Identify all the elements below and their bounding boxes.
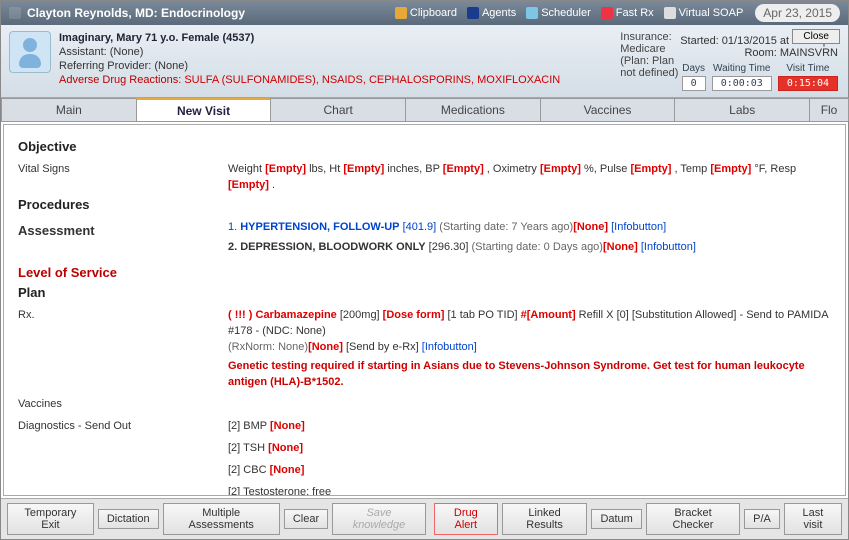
temporary-exit-button[interactable]: Temporary Exit [7,503,94,535]
diag-item: [2] Testosterone: free [228,484,831,496]
pa-button[interactable]: P/A [744,509,780,529]
datum-button[interactable]: Datum [591,509,641,529]
nav-clipboard[interactable]: Clipboard [395,7,457,19]
tab-main[interactable]: Main [1,98,137,121]
tabstrip: Main New Visit Chart Medications Vaccine… [1,98,848,122]
patient-avatar [9,31,51,73]
patient-info: Imaginary, Mary 71 y.o. Female (4537) As… [59,31,560,91]
infobutton-link[interactable]: [Infobutton] [422,341,477,353]
linked-results-button[interactable]: Linked Results [502,503,588,535]
app-title: Clayton Reynolds, MD: Endocrinology [27,6,245,20]
close-button[interactable]: Close [792,29,840,44]
visit-time-box: 0:15:04 [778,76,838,91]
scheduler-icon [526,7,538,19]
vaccines-label: Vaccines [18,396,228,412]
diag-item: [2] CBC [None] [228,462,831,478]
dictation-button[interactable]: Dictation [98,509,159,529]
objective-heading: Objective [18,139,831,155]
nav-fastrx[interactable]: Fast Rx [601,7,654,19]
nav-agents[interactable]: Agents [467,7,516,19]
tab-medications[interactable]: Medications [405,98,541,121]
footer-toolbar: Temporary Exit Dictation Multiple Assess… [1,498,848,539]
vitals-value: Weight [Empty] lbs, Ht [Empty] inches, B… [228,161,831,193]
titlebar: Clayton Reynolds, MD: Endocrinology Clip… [1,1,848,25]
clipboard-icon [395,7,407,19]
tab-vaccines[interactable]: Vaccines [540,98,676,121]
vitals-label: Vital Signs [18,161,228,193]
assessment-item: 2. DEPRESSION, BLOODWORK ONLY [296.30] (… [228,239,831,255]
los-heading: Level of Service [18,265,831,281]
waiting-box: 0:00:03 [712,76,772,91]
soap-content[interactable]: Objective Vital Signs Weight [Empty] lbs… [3,124,846,496]
last-visit-button[interactable]: Last visit [784,503,842,535]
infobutton-link[interactable]: [Infobutton] [638,241,696,253]
fastrx-icon [601,7,613,19]
clear-button[interactable]: Clear [284,509,328,529]
infobutton-link[interactable]: [Infobutton] [608,221,666,233]
visit-meta: Close Started: 01/13/2015 at 05:47 pm Ro… [680,31,838,91]
drug-alert-button[interactable]: Drug Alert [434,503,498,535]
multiple-assessments-button[interactable]: Multiple Assessments [163,503,280,535]
patient-name: Imaginary, Mary 71 y.o. Female (4537) [59,31,560,45]
tab-new-visit[interactable]: New Visit [136,98,272,121]
diag-item: [2] BMP [None] [228,418,831,434]
days-box: 0 [682,76,706,91]
virtualsoap-icon [664,7,676,19]
rx-warning: Genetic testing required if starting in … [228,358,831,390]
ehr-window: Clayton Reynolds, MD: Endocrinology Clip… [0,0,849,540]
nav-scheduler[interactable]: Scheduler [526,7,591,19]
assessment-item: 1. HYPERTENSION, FOLLOW-UP [401.9] (Star… [228,219,831,235]
user-icon [9,7,21,19]
assessment-heading: Assessment [18,223,228,255]
rx-value: ( !!! ) Carbamazepine [200mg] [Dose form… [228,307,831,390]
tab-chart[interactable]: Chart [270,98,406,121]
agents-icon [467,7,479,19]
nav-virtualsoap[interactable]: Virtual SOAP [664,7,744,19]
date-display: Apr 23, 2015 [755,4,840,22]
diag-out-label: Diagnostics - Send Out [18,418,228,496]
tab-labs[interactable]: Labs [674,98,810,121]
save-knowledge-button[interactable]: Save knowledge [332,503,426,535]
bracket-checker-button[interactable]: Bracket Checker [646,503,740,535]
diag-item: [2] TSH [None] [228,440,831,456]
plan-heading: Plan [18,285,831,301]
rx-label: Rx. [18,307,228,390]
patient-bar: Imaginary, Mary 71 y.o. Female (4537) As… [1,25,848,98]
tab-flo[interactable]: Flo [809,98,849,121]
insurance-info: Insurance: Medicare (Plan: Plan not defi… [560,31,680,91]
procedures-heading: Procedures [18,197,831,213]
